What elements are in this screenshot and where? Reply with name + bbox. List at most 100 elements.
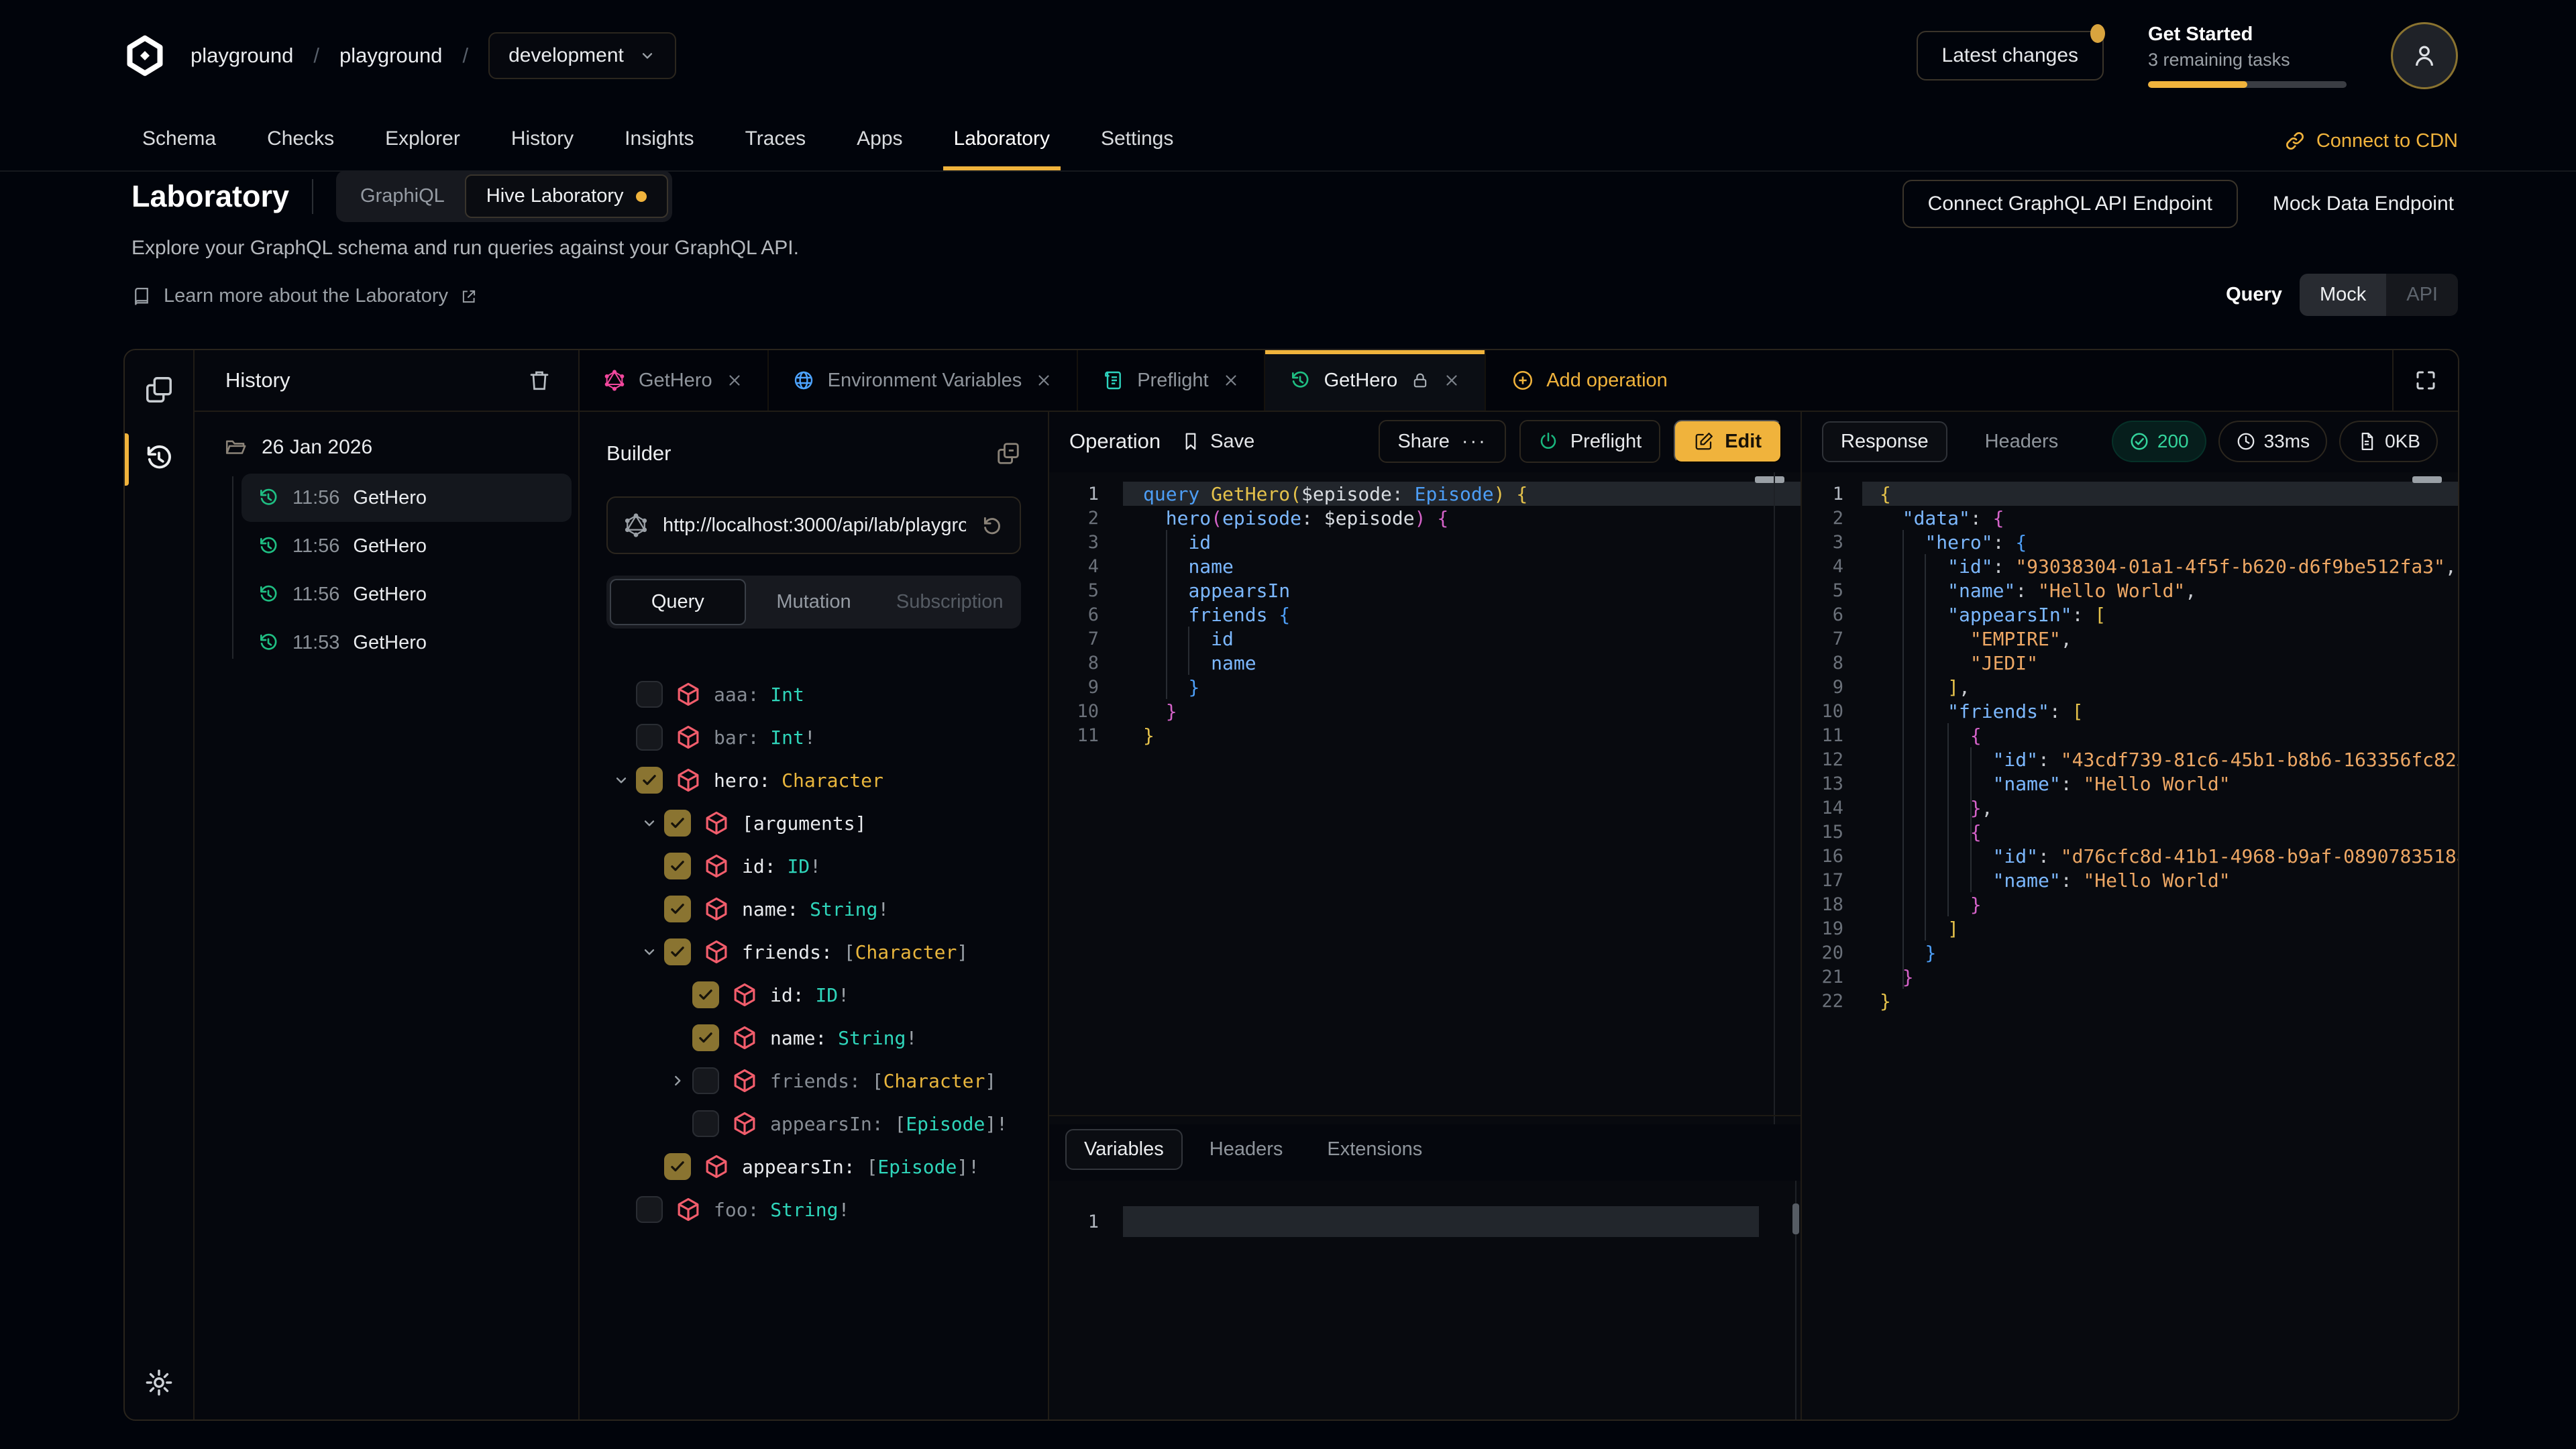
nav-item-laboratory[interactable]: Laboratory xyxy=(943,111,1061,170)
bottom-tab-variables[interactable]: Variables xyxy=(1065,1129,1183,1170)
save-operation-button[interactable]: Save xyxy=(1181,431,1254,453)
nav-item-settings[interactable]: Settings xyxy=(1090,111,1184,170)
schema-field-row[interactable]: name: String! xyxy=(606,888,1021,930)
close-tab-icon[interactable] xyxy=(1222,372,1240,389)
chevron-right-icon[interactable] xyxy=(663,1072,692,1089)
field-checkbox[interactable] xyxy=(692,981,719,1008)
bottom-tab-extensions[interactable]: Extensions xyxy=(1309,1130,1440,1169)
connect-graphql-endpoint-button[interactable]: Connect GraphQL API Endpoint xyxy=(1902,180,2238,228)
history-date-group[interactable]: 26 Jan 2026 xyxy=(224,436,572,459)
preflight-button[interactable]: Preflight xyxy=(1519,420,1660,463)
schema-field-row[interactable]: appearsIn: [Episode]! xyxy=(606,1102,1021,1145)
scrollbar-thumb[interactable] xyxy=(1755,476,1784,483)
mode-option-graphiql[interactable]: GraphiQL xyxy=(340,176,465,217)
add-operation-button[interactable]: Add operation xyxy=(1486,350,1693,411)
schema-field-row[interactable]: id: ID! xyxy=(606,845,1021,888)
settings-rail-button[interactable] xyxy=(125,1367,193,1398)
indent-guide xyxy=(1925,554,1926,941)
history-item[interactable]: 11:56 GetHero xyxy=(241,474,572,522)
share-button[interactable]: Share ··· xyxy=(1379,420,1505,463)
op-type-query[interactable]: Query xyxy=(610,579,746,625)
schema-field-row[interactable]: friends: [Character] xyxy=(606,1059,1021,1102)
field-checkbox[interactable] xyxy=(692,1110,719,1137)
collapse-builder-button[interactable] xyxy=(996,441,1021,466)
history-item[interactable]: 11:53 GetHero xyxy=(241,619,572,667)
field-checkbox[interactable] xyxy=(692,1067,719,1094)
chevron-down-icon[interactable] xyxy=(606,771,636,789)
chevron-down-icon[interactable] xyxy=(635,943,664,961)
schema-field-row[interactable]: friends: [Character] xyxy=(606,930,1021,973)
field-checkbox[interactable] xyxy=(692,1024,719,1051)
nav-item-checks[interactable]: Checks xyxy=(256,111,345,170)
bottom-tab-headers[interactable]: Headers xyxy=(1192,1130,1301,1169)
share-menu-dots[interactable]: ··· xyxy=(1462,431,1487,453)
tab-response-headers[interactable]: Headers xyxy=(1968,423,2076,461)
query-mode-mock[interactable]: Mock xyxy=(2300,274,2386,316)
close-tab-icon[interactable] xyxy=(1443,372,1460,389)
field-checkbox[interactable] xyxy=(636,681,663,708)
op-type-subscription[interactable]: Subscription xyxy=(881,579,1018,625)
latest-changes-button[interactable]: Latest changes xyxy=(1917,31,2104,80)
breadcrumb-project[interactable]: playground xyxy=(339,44,442,68)
clear-history-button[interactable] xyxy=(527,368,551,392)
scrollbar-thumb[interactable] xyxy=(2412,476,2442,483)
variables-editor[interactable]: 1 xyxy=(1049,1181,1802,1419)
schema-field-row[interactable]: aaa: Int xyxy=(606,673,1021,716)
close-tab-icon[interactable] xyxy=(1035,372,1053,389)
refresh-schema-icon[interactable] xyxy=(981,514,1004,537)
close-tab-icon[interactable] xyxy=(726,372,743,389)
nav-item-apps[interactable]: Apps xyxy=(846,111,913,170)
nav-item-traces[interactable]: Traces xyxy=(735,111,817,170)
query-mode-api[interactable]: API xyxy=(2386,274,2458,316)
nav-item-history[interactable]: History xyxy=(500,111,584,170)
history-item[interactable]: 11:56 GetHero xyxy=(241,522,572,570)
indent-guide xyxy=(1166,530,1167,699)
schema-field-row[interactable]: bar: Int! xyxy=(606,716,1021,759)
chevron-down-icon[interactable] xyxy=(635,814,664,832)
field-checkbox[interactable] xyxy=(664,853,691,879)
environment-selector[interactable]: development xyxy=(488,32,676,79)
history-item[interactable]: 11:56 GetHero xyxy=(241,570,572,619)
tab-response[interactable]: Response xyxy=(1822,421,1947,462)
schema-field-row[interactable]: appearsIn: [Episode]! xyxy=(606,1145,1021,1188)
edit-button[interactable]: Edit xyxy=(1674,420,1782,463)
nav-item-schema[interactable]: Schema xyxy=(131,111,227,170)
breadcrumb-org[interactable]: playground xyxy=(191,44,293,68)
field-checkbox[interactable] xyxy=(664,1153,691,1180)
field-checkbox[interactable] xyxy=(664,896,691,922)
left-rail xyxy=(125,350,195,1419)
fullscreen-button[interactable] xyxy=(2392,350,2458,411)
connect-to-cdn-link[interactable]: Connect to CDN xyxy=(2284,111,2458,170)
endpoint-url-input[interactable]: http://localhost:3000/api/lab/playground xyxy=(606,496,1021,554)
op-type-mutation[interactable]: Mutation xyxy=(746,579,882,625)
tab-gethero[interactable]: GetHero xyxy=(580,350,769,411)
learn-more-link[interactable]: Learn more about the Laboratory xyxy=(131,285,2458,307)
schema-field-row[interactable]: id: ID! xyxy=(606,973,1021,1016)
collections-rail-button[interactable] xyxy=(125,374,193,405)
field-checkbox[interactable] xyxy=(636,724,663,751)
mode-option-hive-laboratory[interactable]: Hive Laboratory xyxy=(465,174,668,218)
tab-gethero[interactable]: GetHero xyxy=(1265,350,1487,411)
hive-logo-icon[interactable] xyxy=(125,34,165,77)
history-rail-button[interactable] xyxy=(125,443,193,474)
field-checkbox[interactable] xyxy=(636,1196,663,1223)
field-checkbox[interactable] xyxy=(664,938,691,965)
query-editor[interactable]: 1 query GetHero($episode: Episode) { 2 h… xyxy=(1049,472,1802,1124)
response-editor[interactable]: 1 { 2 "data": { 3 "hero": { 4 "id": "930… xyxy=(1802,472,2458,1419)
mock-data-endpoint-button[interactable]: Mock Data Endpoint xyxy=(2269,192,2458,216)
nav-item-explorer[interactable]: Explorer xyxy=(374,111,471,170)
schema-field-row[interactable]: [arguments] xyxy=(606,802,1021,845)
schema-field-row[interactable]: hero: Character xyxy=(606,759,1021,802)
tab-preflight[interactable]: Preflight xyxy=(1078,350,1265,411)
nav-item-insights[interactable]: Insights xyxy=(614,111,704,170)
schema-field-row[interactable]: foo: String! xyxy=(606,1188,1021,1231)
cube-icon xyxy=(703,896,730,922)
tab-environment-variables[interactable]: Environment Variables xyxy=(769,350,1079,411)
endpoint-url-value[interactable]: http://localhost:3000/api/lab/playground xyxy=(663,515,966,537)
field-checkbox[interactable] xyxy=(664,810,691,837)
scrollbar-thumb[interactable] xyxy=(1792,1203,1799,1234)
schema-field-row[interactable]: name: String! xyxy=(606,1016,1021,1059)
field-checkbox[interactable] xyxy=(636,767,663,794)
avatar[interactable] xyxy=(2391,22,2458,89)
get-started-widget[interactable]: Get Started 3 remaining tasks xyxy=(2148,23,2347,88)
